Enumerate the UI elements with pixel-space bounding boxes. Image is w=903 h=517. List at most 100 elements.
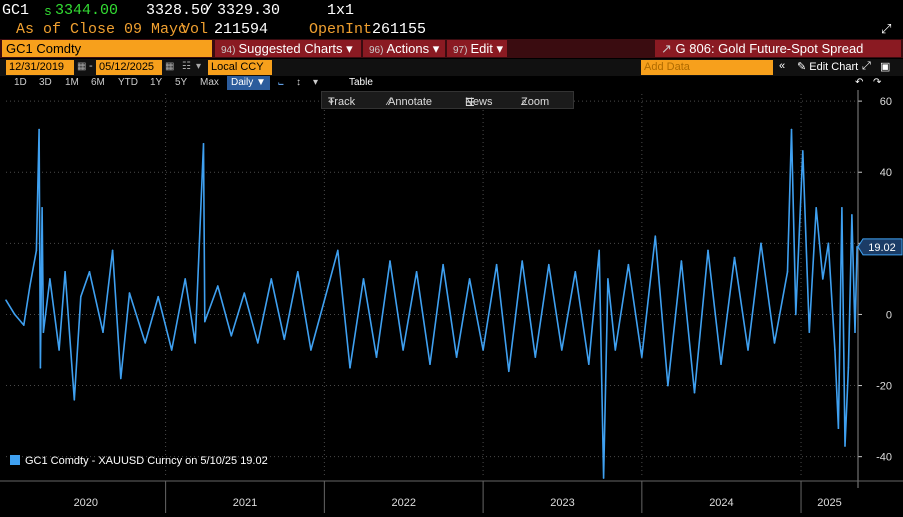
suggested-charts-menu[interactable]: 94) Suggested Charts ▾ (215, 40, 361, 57)
x-tick-label: 2022 (391, 497, 415, 509)
data-point (38, 128, 40, 131)
data-point (257, 342, 259, 344)
data-point (389, 260, 391, 262)
calendar-icon[interactable]: ▦ (165, 61, 176, 73)
data-point (194, 342, 196, 344)
data-point (455, 356, 458, 358)
popout-icon[interactable]: ⤢ (881, 22, 895, 36)
period-3d[interactable]: 3D (39, 76, 52, 90)
spread-chart[interactable]: -40-20020406019.02 202020212022202320242… (0, 90, 903, 517)
data-point (641, 356, 643, 358)
period-max[interactable]: Max (200, 76, 219, 90)
actions-menu[interactable]: 96) Actions ▾ (363, 40, 445, 57)
period-1y[interactable]: 1Y (150, 76, 162, 90)
period-ytd[interactable]: YTD (118, 76, 138, 90)
bid-ask-size: 1x1 (327, 2, 355, 19)
data-point (49, 278, 51, 280)
calendar-icon[interactable]: ▦ (77, 61, 88, 73)
resize-icon[interactable]: ⤢ (862, 60, 871, 73)
menu-bar: GC1 Comdty 94) Suggested Charts ▾ 96) Acti… (0, 39, 903, 58)
undo-icon[interactable]: ↶ (855, 76, 863, 90)
data-point (667, 384, 669, 387)
data-point (58, 349, 60, 351)
data-point (760, 242, 762, 245)
data-point (720, 363, 722, 366)
suggested-charts-label: Suggested Charts ▾ (238, 41, 353, 56)
control-row: 12/31/2019 ▦ - 05/12/2025 ▦ ☷ ▾ Local CC… (0, 59, 903, 76)
x-tick-label: 2023 (550, 497, 574, 509)
frequency-select[interactable]: Daily ▼ (227, 76, 270, 90)
y-tick-label: 40 (880, 167, 892, 179)
data-point (854, 331, 856, 333)
actions-label: Actions ▾ (386, 41, 440, 56)
data-point (733, 256, 736, 259)
data-point (841, 207, 843, 209)
y-tick-label: -40 (876, 452, 892, 464)
data-point (588, 363, 590, 366)
data-point (495, 263, 498, 266)
data-point (548, 263, 550, 266)
data-point (111, 249, 114, 252)
collapse-icon[interactable]: « (779, 60, 785, 72)
data-point (202, 143, 205, 145)
start-date-field[interactable]: 12/31/2019 (6, 60, 74, 75)
data-point (337, 249, 339, 252)
openint-value: 261155 (372, 21, 427, 38)
data-point (23, 324, 25, 326)
data-point (602, 477, 605, 479)
data-point (521, 260, 523, 262)
data-point (283, 338, 286, 341)
chart-type-icon[interactable]: ↕ (296, 76, 301, 90)
data-point (837, 427, 840, 430)
period-1d[interactable]: 1D (14, 76, 27, 90)
data-point (627, 263, 630, 266)
ticker: GC1 (2, 2, 30, 19)
data-point (482, 349, 484, 351)
edit-chart-button[interactable]: ✎ Edit Chart (797, 60, 858, 73)
volume-label: Vol (181, 21, 209, 38)
data-point (468, 278, 471, 280)
chart-legend: GC1 Comdty - XAUUSD Curncy on 5/10/25 19… (10, 455, 310, 471)
data-point (707, 249, 709, 252)
data-point (270, 278, 273, 280)
data-point (35, 249, 38, 252)
data-point (773, 342, 776, 344)
security-field[interactable]: GC1 Comdty (2, 40, 212, 57)
data-point (827, 242, 830, 245)
chart-title: G 806: Gold Future-Spot Spread (675, 41, 864, 56)
data-point (13, 313, 16, 316)
bid-price: 3328.50 (146, 2, 210, 19)
quote-details: As of Close 09 Mayc Vol 211594 OpenInt 2… (0, 20, 903, 39)
data-point (654, 235, 657, 237)
y-tick-label: 60 (880, 96, 892, 108)
period-5y[interactable]: 5Y (175, 76, 187, 90)
edit-menu[interactable]: 97) Edit ▾ (447, 40, 507, 57)
x-tick-label: 2025 (817, 497, 841, 509)
add-data-input[interactable]: Add Data (641, 60, 773, 75)
data-point (41, 207, 43, 209)
bid-ask-separator: / (204, 2, 214, 19)
data-point (534, 356, 537, 358)
line-chart-icon[interactable]: ⨽ (278, 76, 284, 90)
data-point (786, 271, 789, 273)
currency-field[interactable]: Local CCY (208, 60, 272, 75)
data-point (42, 331, 45, 333)
dropdown-icon[interactable]: ▾ (196, 61, 207, 73)
table-button[interactable]: Table (349, 76, 373, 90)
data-point (561, 349, 563, 351)
dropdown-icon[interactable]: ▾ (313, 76, 318, 90)
settings-grid-icon[interactable]: ☷ (182, 61, 193, 73)
image-icon[interactable]: ▣ (880, 60, 890, 73)
last-value-label: 19.02 (868, 242, 896, 254)
period-1m[interactable]: 1M (65, 76, 79, 90)
end-date-field[interactable]: 05/12/2025 (96, 60, 162, 75)
data-point (120, 377, 122, 380)
zoom-label: Zoom (521, 96, 550, 108)
chart-title-bar: ↗ G 806: Gold Future-Spot Spread (655, 40, 901, 57)
x-tick-label: 2020 (74, 497, 98, 509)
redo-icon[interactable]: ↷ (873, 76, 881, 90)
data-point (402, 349, 404, 351)
period-6m[interactable]: 6M (91, 76, 105, 90)
data-point (598, 249, 600, 252)
edit-chart-label: Edit Chart (809, 61, 859, 73)
